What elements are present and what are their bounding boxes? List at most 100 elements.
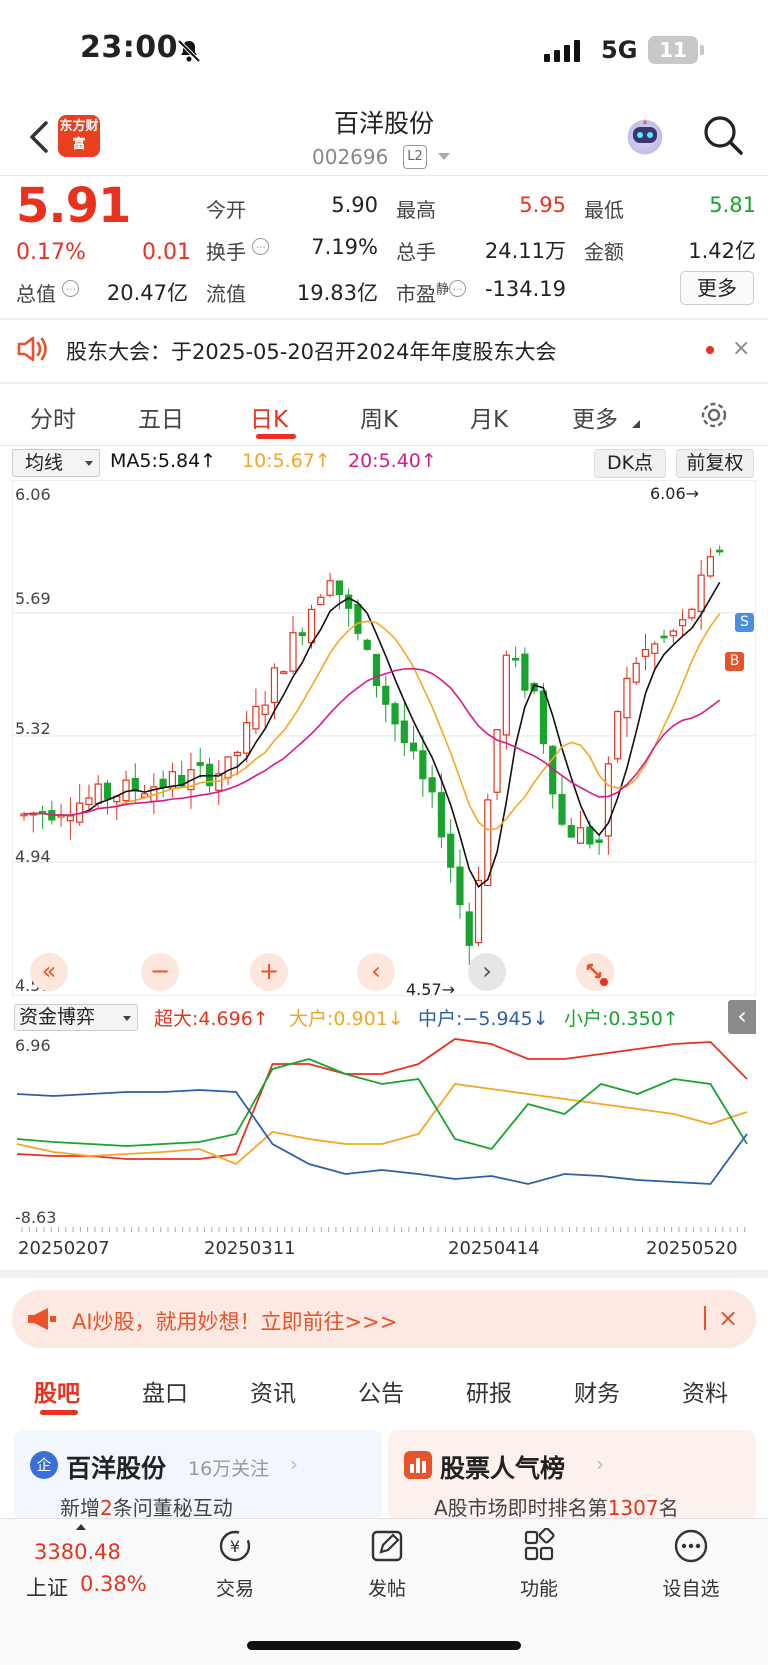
robot-assistant-icon[interactable] [624,114,666,156]
candle-body [669,630,677,637]
index-value[interactable]: 3380.48 [34,1540,121,1564]
tab-weekly-k[interactable]: 周K [360,400,398,434]
company-card-title: 百洋股份 [66,1454,167,1483]
expand-panel-button[interactable]: ‹ [728,1000,756,1034]
tab-announcements[interactable]: 公告 [358,1374,404,1408]
app-logo[interactable]: 东方财富 [58,115,100,157]
fund-flow-chart[interactable] [12,1034,756,1234]
notice-unread-dot [706,346,714,354]
candle-body [372,653,381,687]
nav-watchlist[interactable]: 设自选 [636,1528,746,1601]
candle-body [428,777,436,793]
turnover-value: 7.19% [311,235,378,259]
ai-banner-text[interactable]: AI炒股，就用妙想！立即前往>>> [72,1306,397,1336]
popularity-rank: 1307 [607,1496,659,1520]
ma-select-label: 均线 [25,452,64,474]
dk-point-button[interactable]: DK点 [594,449,666,478]
nav-functions-label: 功能 [519,1578,558,1600]
tab-profile[interactable]: 资料 [682,1374,728,1408]
candle-body [716,549,724,553]
zoom-out-button[interactable]: − [141,953,179,991]
candle-body [586,826,594,845]
small-legend: 小户:0.350↑ [564,1008,679,1030]
candle-body [660,635,668,639]
candle-body [688,608,696,619]
quote-divider [0,318,768,320]
tab-financials[interactable]: 财务 [574,1374,620,1408]
index-percent[interactable]: 0.38% [80,1572,147,1596]
tab-orderbook[interactable]: 盘口 [142,1374,188,1408]
company-followers: 16万关注 [188,1458,270,1480]
edit-icon [371,1530,403,1562]
mktcap-info-icon[interactable]: … [62,280,80,297]
index-name[interactable]: 上证 [26,1572,68,1602]
candle-body [614,710,622,760]
sell-marker[interactable]: S [735,613,754,632]
popularity-card-title: 股票人气榜 [440,1454,566,1483]
network-type: 5G [601,36,638,64]
candle-body [103,782,112,800]
turnover-info-icon[interactable]: … [252,238,270,255]
scroll-next-button[interactable]: › [468,953,506,991]
pe-label: 市盈静… [396,278,467,307]
high-label: 最高 [396,198,436,222]
candle-body [252,705,260,730]
high-value: 5.95 [519,193,566,217]
buy-marker[interactable]: B [725,652,744,671]
scroll-left-fast-button[interactable]: « [30,953,68,991]
ai-banner-close-button[interactable]: × [718,1304,738,1332]
nav-functions[interactable]: 功能 [484,1527,594,1601]
candle-body [307,608,316,644]
candle-body [233,751,241,757]
pe-label-text: 市盈 [396,282,436,306]
flow-frame [12,1034,756,1234]
volume-value: 24.11万 [484,239,566,263]
tab-monthly-k[interactable]: 月K [470,400,508,434]
trade-icon: ¥ [219,1530,251,1562]
candle-body [567,825,575,838]
date-label-4: 20250520 [646,1238,738,1259]
more-dots-icon [674,1529,708,1563]
ma-select[interactable]: 均线 [12,449,100,477]
low-marker: 4.57→ [406,980,456,999]
notice-close-button[interactable]: × [732,336,750,361]
mktcap-label-text: 总值 [16,282,56,306]
tab-intraday[interactable]: 分时 [30,400,76,434]
back-icon[interactable] [20,115,60,159]
megaphone-icon [28,1308,56,1330]
stock-name: 百洋股份 [333,109,434,138]
gear-icon[interactable] [697,398,731,432]
notice-divider [0,382,768,384]
adjust-button[interactable]: 前复权 [676,449,754,478]
ai-banner-divider [704,1306,706,1330]
candle-body [447,833,455,868]
candle-body [697,574,705,612]
header-divider [0,175,768,176]
nav-watchlist-label: 设自选 [662,1578,720,1600]
tab-forum[interactable]: 股吧 [34,1374,80,1408]
tab-research[interactable]: 研报 [466,1374,512,1408]
level2-badge[interactable]: L2 [403,145,427,169]
fullscreen-button[interactable] [576,953,614,991]
tab-daily-k[interactable]: 日K [250,400,288,434]
notice-text[interactable]: 股东大会：于2025-05-20召开2024年年度股东大会 [66,336,556,366]
bottom-tab-indicator [40,1410,78,1415]
pe-info-icon[interactable]: … [449,280,467,297]
tab-five-day[interactable]: 五日 [138,400,184,434]
tab-more[interactable]: 更多 [572,400,618,434]
more-quote-button[interactable]: 更多 [680,271,754,305]
zoom-in-button[interactable]: + [250,953,288,991]
mktcap-label: 总值 … [16,278,80,307]
kline-chart[interactable] [12,480,756,996]
company-sub-suffix: 条问董秘互动 [112,1496,233,1520]
scroll-prev-button[interactable]: ‹ [357,953,395,991]
tab-news[interactable]: 资讯 [250,1374,296,1408]
nav-trade[interactable]: ¥ 交易 [180,1528,290,1601]
stock-code[interactable]: 002696 [312,145,388,169]
fund-flow-select[interactable]: 资金博弈 [14,1004,138,1031]
code-dropdown-icon[interactable] [438,153,450,160]
more-caret-icon [632,420,640,428]
tabs-divider [0,445,768,446]
search-icon[interactable] [700,112,746,158]
nav-post[interactable]: 发帖 [332,1528,442,1601]
